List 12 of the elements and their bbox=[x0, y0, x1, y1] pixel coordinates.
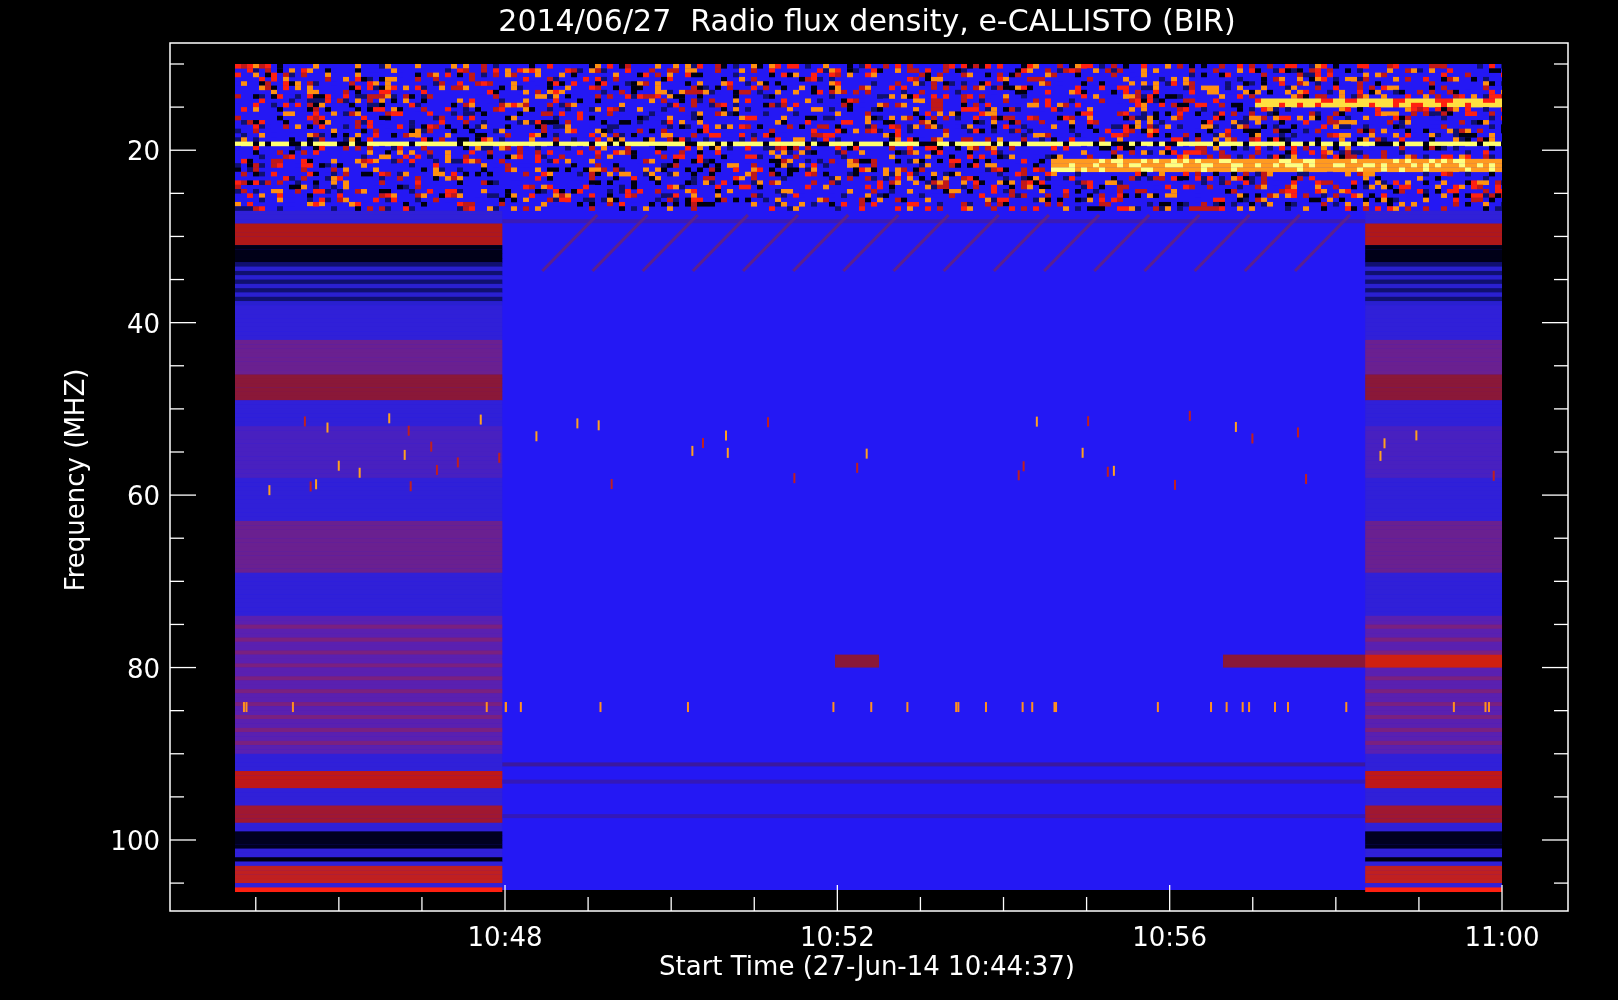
tick-label: 20 bbox=[126, 136, 160, 167]
tick-label: 80 bbox=[126, 653, 160, 684]
axis-title: Frequency (MHZ) bbox=[60, 368, 90, 592]
axis-title: Start Time (27-Jun-14 10:44:37) bbox=[659, 951, 1075, 981]
tick-label: 100 bbox=[110, 826, 160, 856]
tick-label: 11:00 bbox=[1464, 922, 1540, 952]
tick-label: 10:52 bbox=[799, 922, 875, 952]
chart-title: 2014/06/27 Radio flux density, e-CALLISTO (BIR) bbox=[498, 3, 1236, 38]
tick-label: 40 bbox=[126, 308, 160, 339]
tick-label: 10:56 bbox=[1132, 922, 1208, 952]
tick-label: 10:48 bbox=[467, 922, 543, 952]
tick-label: 60 bbox=[126, 481, 160, 512]
